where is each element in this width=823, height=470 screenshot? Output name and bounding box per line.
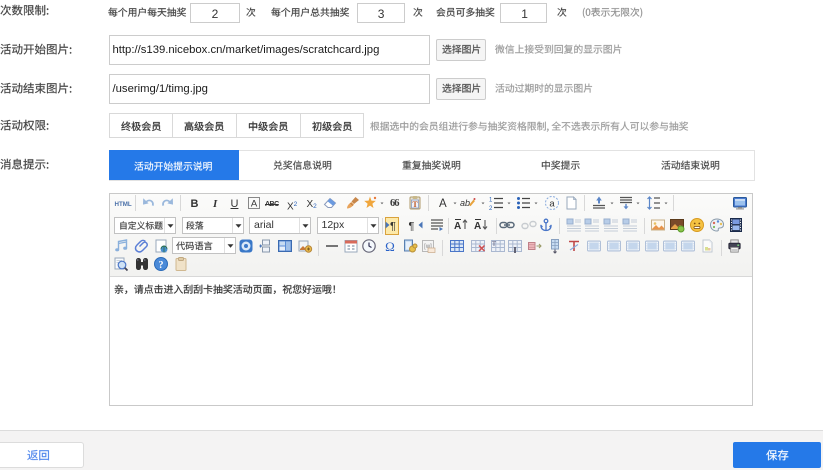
svg-text:T: T: [492, 241, 496, 248]
svg-text:¶: ¶: [409, 221, 415, 233]
svg-text:ab: ab: [460, 198, 470, 208]
svg-text:A: A: [474, 221, 481, 232]
svg-text:?: ?: [159, 260, 164, 271]
svg-text:T: T: [413, 200, 419, 209]
svg-text:A: A: [454, 221, 461, 232]
svg-text:1: 1: [489, 198, 493, 204]
svg-text:2: 2: [489, 206, 493, 211]
svg-text:¶: ¶: [390, 221, 396, 233]
svg-text:a: a: [550, 199, 556, 210]
svg-text:Ω: Ω: [385, 239, 395, 254]
svg-text:A: A: [251, 199, 258, 210]
